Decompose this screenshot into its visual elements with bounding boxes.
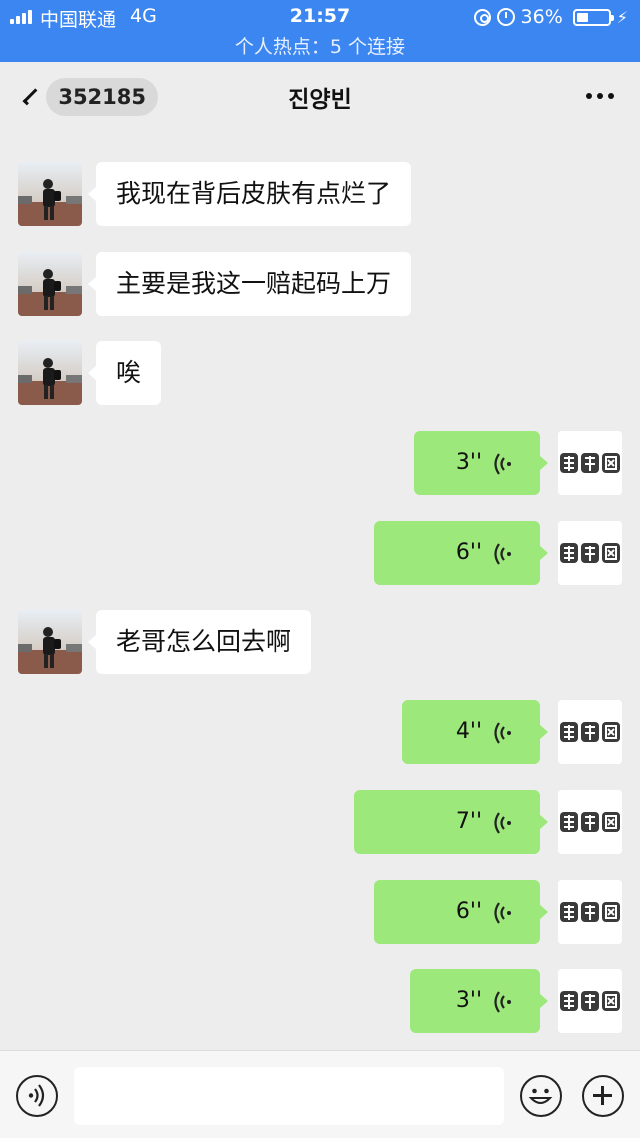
voice-bubble[interactable]: 4'' [402, 700, 548, 764]
status-bar: 中国联通 4G 21:57 36% ⚡ 个人热点：5 个连接 [0, 0, 640, 62]
voice-bubble[interactable]: 6'' [374, 521, 548, 585]
chat-title: 진양빈 [288, 87, 352, 113]
voice-wave-icon [494, 453, 511, 475]
voice-wave-icon [494, 812, 511, 834]
voice-input-glyph [28, 1084, 45, 1107]
my-avatar[interactable] [558, 880, 622, 944]
battery-icon [572, 8, 614, 26]
text-bubble[interactable]: 主要是我这一赔起码上万 [87, 252, 412, 316]
my-avatar[interactable] [558, 521, 622, 585]
voice-wave-icon [494, 902, 511, 924]
voice-wave-icon [494, 543, 511, 565]
my-avatar[interactable] [558, 969, 622, 1033]
charging-icon: ⚡ [616, 7, 628, 27]
rotation-lock-icon [473, 8, 491, 26]
contact-avatar[interactable] [18, 341, 82, 405]
voice-duration: 3'' [455, 988, 482, 1013]
text-bubble[interactable]: 我现在背后皮肤有点烂了 [87, 162, 412, 226]
emoji-icon[interactable] [520, 1075, 562, 1117]
voice-wave-icon [494, 991, 511, 1013]
voice-duration: 6'' [455, 899, 482, 924]
more-dots-icon[interactable] [586, 86, 614, 106]
voice-duration: 6'' [455, 540, 482, 565]
battery-percent: 36% [520, 6, 563, 28]
contact-avatar[interactable] [18, 252, 82, 316]
emoji-glyph [528, 1088, 553, 1104]
input-bar [0, 1050, 640, 1138]
text-bubble[interactable]: 唉 [87, 341, 162, 405]
voice-input-icon[interactable] [16, 1075, 58, 1117]
contact-avatar[interactable] [18, 162, 82, 226]
voice-duration: 4'' [455, 719, 482, 744]
plus-icon[interactable] [582, 1075, 624, 1117]
voice-bubble[interactable]: 3'' [414, 431, 548, 495]
message-input[interactable] [74, 1067, 504, 1125]
alarm-icon [496, 8, 515, 26]
my-avatar[interactable] [558, 431, 622, 495]
voice-wave-icon [494, 722, 511, 744]
voice-duration: 7'' [455, 809, 482, 834]
text-bubble[interactable]: 老哥怎么回去啊 [87, 610, 312, 674]
voice-duration: 3'' [455, 450, 482, 475]
my-avatar[interactable] [558, 790, 622, 854]
voice-bubble[interactable]: 6'' [374, 880, 548, 944]
nav-bar: 352185 진양빈 [0, 62, 640, 132]
my-avatar[interactable] [558, 700, 622, 764]
voice-bubble[interactable]: 3'' [410, 969, 548, 1033]
hotspot-banner[interactable]: 个人热点：5 个连接 [0, 32, 640, 59]
contact-avatar[interactable] [18, 610, 82, 674]
voice-bubble[interactable]: 7'' [354, 790, 548, 854]
